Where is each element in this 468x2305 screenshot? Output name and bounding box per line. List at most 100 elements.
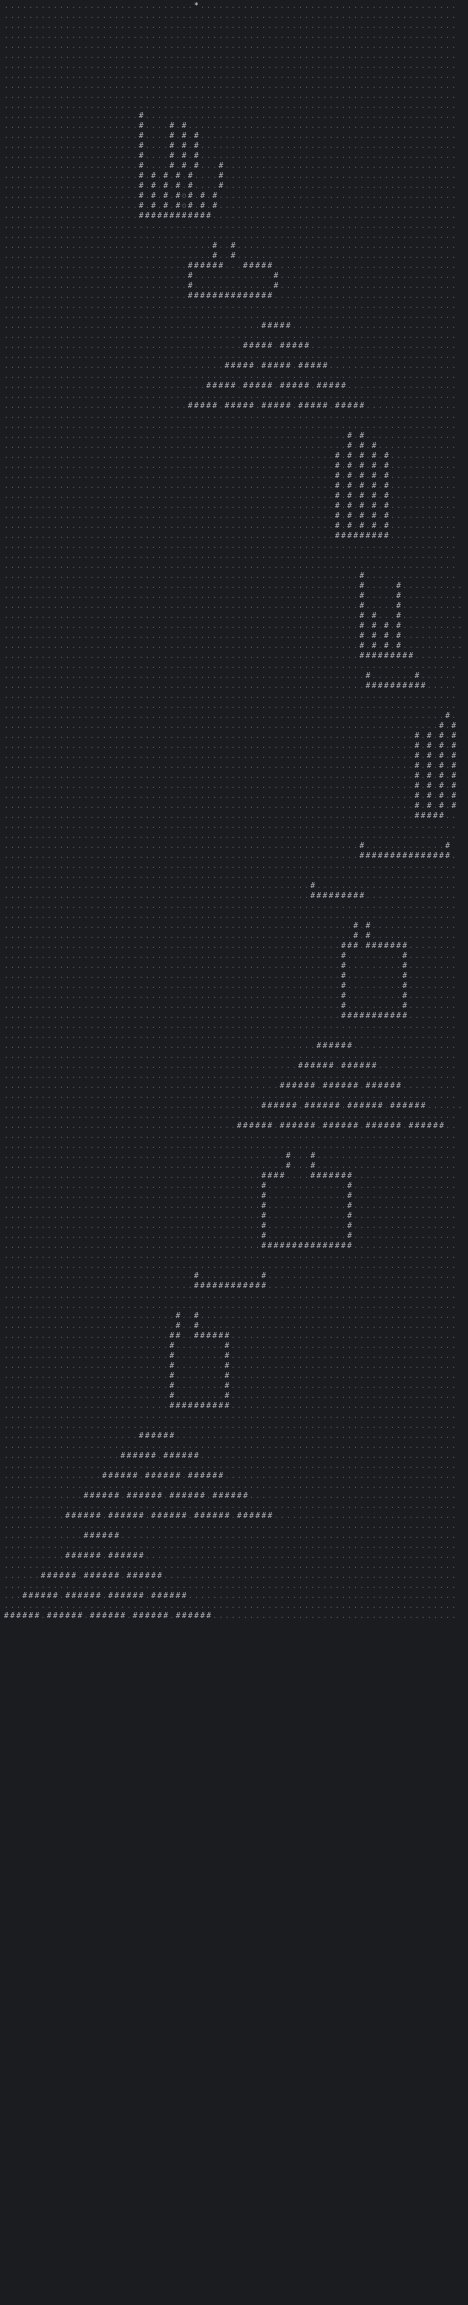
map-row: ........................................… xyxy=(4,971,458,980)
map-row: ........................................… xyxy=(4,1541,458,1550)
map-row: .............######.######.######.######… xyxy=(4,1491,458,1500)
map-row: ........................................… xyxy=(4,921,458,930)
map-row: ........................................… xyxy=(4,671,458,680)
map-row: ........................................… xyxy=(4,681,458,690)
map-row: ...........................#........#...… xyxy=(4,1391,458,1400)
map-row: ......................#.#.#.#.#....#....… xyxy=(4,181,458,190)
map-row: ........................................… xyxy=(4,691,458,700)
map-row: ........................................… xyxy=(4,801,458,810)
map-row: ........................................… xyxy=(4,1521,458,1530)
map-row: ...######.######.######.######..........… xyxy=(4,1591,458,1600)
map-row: ........................................… xyxy=(4,1041,458,1050)
map-row: ........................................… xyxy=(4,1261,458,1270)
map-row: ........................................… xyxy=(4,611,464,620)
map-row: ........................................… xyxy=(4,911,458,920)
map-row: ........................................… xyxy=(4,1211,458,1220)
map-row: ........................................… xyxy=(4,511,458,520)
map-row: ........................................… xyxy=(4,771,458,780)
map-row: ........................................… xyxy=(4,701,458,710)
map-row: .................................#####.#… xyxy=(4,381,458,390)
map-row: ........................................… xyxy=(4,411,458,420)
map-row: ........................................… xyxy=(4,1191,458,1200)
map-row: ........................................… xyxy=(4,221,458,230)
map-row: ........................................… xyxy=(4,1561,458,1570)
map-row: ......................#.#.#.#o#.#.#.....… xyxy=(4,201,458,210)
map-row: ........................................… xyxy=(4,441,458,450)
map-row: ........................................… xyxy=(4,1081,458,1090)
map-row: ............................#..#........… xyxy=(4,1311,458,1320)
map-row: ..............................#.........… xyxy=(4,281,458,290)
map-row: ........................................… xyxy=(4,581,464,590)
map-row: ........................................… xyxy=(4,421,458,430)
map-row: ........................................… xyxy=(4,641,464,650)
map-row: ........................................… xyxy=(4,1091,458,1100)
map-row: ......######.######.######..............… xyxy=(4,1571,458,1580)
map-row: ........................................… xyxy=(4,1221,458,1230)
map-row: ........................................… xyxy=(4,571,458,580)
map-row: ........................................… xyxy=(4,1201,458,1210)
map-row: ........................................… xyxy=(4,11,458,20)
map-row: ......................#....#.#.#........… xyxy=(4,151,458,160)
map-row: ........................................… xyxy=(4,631,464,640)
map-row: ...............................#........… xyxy=(4,1271,458,1280)
map-row: ........................................… xyxy=(4,981,458,990)
map-row: ......................######............… xyxy=(4,1431,458,1440)
map-row: ...........................#........#...… xyxy=(4,1361,458,1370)
map-row: ............................#..#........… xyxy=(4,1321,458,1330)
map-row: ........................................… xyxy=(4,951,458,960)
map-row: ........................................… xyxy=(4,821,458,830)
map-row: ........................................… xyxy=(4,1241,458,1250)
map-row: ........................................… xyxy=(4,741,458,750)
map-row: ........................................… xyxy=(4,311,458,320)
map-row: ........................................… xyxy=(4,831,458,840)
map-row: ........................................… xyxy=(4,451,458,460)
map-row: ........................................… xyxy=(4,81,458,90)
map-row: ........................................… xyxy=(4,371,458,380)
map-row: ........................................… xyxy=(4,1481,458,1490)
map-row: ..................................#..#..… xyxy=(4,251,458,260)
map-row: ........................................… xyxy=(4,1071,458,1080)
map-row: ........................................… xyxy=(4,1031,458,1040)
map-row: ........................................… xyxy=(4,661,458,670)
map-row: ........................................… xyxy=(4,1251,458,1260)
map-row: ........................................… xyxy=(4,941,458,950)
map-row: ........................................… xyxy=(4,71,458,80)
map-row: ........................................… xyxy=(4,1051,458,1060)
map-row: ........................................… xyxy=(4,621,464,630)
map-row: ........................................… xyxy=(4,1581,458,1590)
map-row: ........................................… xyxy=(4,1061,458,1070)
map-row: ..................................#..#..… xyxy=(4,241,458,250)
map-row: ........................................… xyxy=(4,1421,458,1430)
map-row: ........................................… xyxy=(4,541,458,550)
map-row: ........................................… xyxy=(4,1501,458,1510)
map-row: ........................................… xyxy=(4,991,458,1000)
map-row: ........................................… xyxy=(4,1161,458,1170)
map-row: ...............................*........… xyxy=(4,1,458,10)
map-row: ........................................… xyxy=(4,391,458,400)
map-row: ........................................… xyxy=(4,651,464,660)
map-row: ........................................… xyxy=(4,331,458,340)
map-row: ...............................#########… xyxy=(4,1281,458,1290)
map-row: ........................................… xyxy=(4,961,458,970)
map-row: ........................................… xyxy=(4,721,458,730)
map-row: ..............................#####.####… xyxy=(4,401,458,410)
map-row: ..........######.######.................… xyxy=(4,1551,458,1560)
map-row: ........................................… xyxy=(4,861,458,870)
map-row: ........................................… xyxy=(4,841,452,850)
map-row: ........................................… xyxy=(4,101,458,110)
game-board: ...............................*........… xyxy=(0,0,468,2305)
map-row: ........................................… xyxy=(4,481,458,490)
map-row: ........................................… xyxy=(4,731,458,740)
map-row: ........................................… xyxy=(4,461,458,470)
map-row: ........................................… xyxy=(4,1441,458,1450)
map-row: ........................................… xyxy=(4,531,458,540)
map-row: ........................................… xyxy=(4,1021,458,1030)
map-row: ........................................… xyxy=(4,1111,458,1120)
map-row: ......................#.#.#.#.#....#....… xyxy=(4,171,458,180)
map-row: ...........................#........#...… xyxy=(4,1371,458,1380)
map-row: ........................................… xyxy=(4,91,458,100)
map-row: ........................................… xyxy=(4,1301,458,1310)
map-row: ...........................##..######...… xyxy=(4,1331,458,1340)
map-row: ......................................##… xyxy=(4,1121,458,1130)
map-row: ......................#.................… xyxy=(4,111,458,120)
